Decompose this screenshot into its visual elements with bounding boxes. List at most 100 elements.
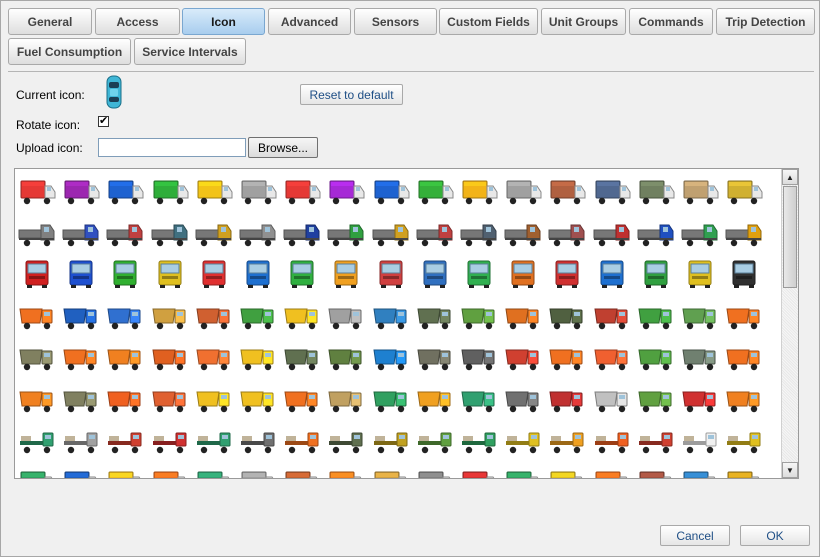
vehicle-dump-truck-icon[interactable] (547, 383, 587, 415)
vehicle-box-truck-icon[interactable] (592, 175, 632, 207)
vehicle-flatbed-truck-icon[interactable] (150, 424, 190, 456)
vehicle-dump-truck-icon[interactable] (194, 300, 234, 332)
vehicle-flatbed-truck-icon[interactable] (592, 424, 632, 456)
vehicle-semi-truck-icon[interactable] (592, 217, 632, 249)
vehicle-box-truck-icon[interactable] (680, 466, 720, 480)
vehicle-dump-truck-icon[interactable] (459, 341, 499, 373)
vehicle-cab-front-icon[interactable] (503, 258, 543, 290)
vehicle-semi-truck-icon[interactable] (680, 217, 720, 249)
vehicle-box-truck-icon[interactable] (194, 175, 234, 207)
vehicle-box-truck-icon[interactable] (150, 175, 190, 207)
vehicle-box-truck-icon[interactable] (17, 466, 57, 480)
vehicle-box-truck-icon[interactable] (547, 466, 587, 480)
vehicle-dump-truck-icon[interactable] (592, 383, 632, 415)
vehicle-dump-truck-icon[interactable] (547, 341, 587, 373)
vehicle-dump-truck-icon[interactable] (371, 300, 411, 332)
vehicle-dump-truck-icon[interactable] (459, 383, 499, 415)
vehicle-box-truck-icon[interactable] (105, 175, 145, 207)
vehicle-dump-truck-icon[interactable] (326, 300, 366, 332)
vehicle-box-truck-icon[interactable] (61, 466, 101, 480)
vehicle-cab-front-icon[interactable] (547, 258, 587, 290)
tab-custom-fields[interactable]: Custom Fields (439, 8, 538, 35)
vehicle-dump-truck-icon[interactable] (194, 383, 234, 415)
tab-unit-groups[interactable]: Unit Groups (541, 8, 626, 35)
vehicle-box-truck-icon[interactable] (680, 175, 720, 207)
vehicle-dump-truck-icon[interactable] (17, 341, 57, 373)
vehicle-box-truck-icon[interactable] (61, 175, 101, 207)
vehicle-dump-truck-icon[interactable] (282, 300, 322, 332)
tab-commands[interactable]: Commands (629, 8, 713, 35)
vehicle-dump-truck-icon[interactable] (326, 341, 366, 373)
gallery-scrollbar[interactable]: ▲ ▼ (781, 169, 798, 478)
vehicle-dump-truck-icon[interactable] (61, 341, 101, 373)
vehicle-dump-truck-icon[interactable] (415, 300, 455, 332)
vehicle-box-truck-icon[interactable] (415, 175, 455, 207)
vehicle-box-truck-icon[interactable] (282, 175, 322, 207)
vehicle-box-truck-icon[interactable] (724, 466, 764, 480)
vehicle-dump-truck-icon[interactable] (17, 383, 57, 415)
vehicle-dump-truck-icon[interactable] (105, 300, 145, 332)
vehicle-box-truck-icon[interactable] (105, 466, 145, 480)
vehicle-flatbed-truck-icon[interactable] (282, 424, 322, 456)
tab-general[interactable]: General (8, 8, 92, 35)
vehicle-box-truck-icon[interactable] (238, 175, 278, 207)
vehicle-box-truck-icon[interactable] (636, 466, 676, 480)
vehicle-flatbed-truck-icon[interactable] (105, 424, 145, 456)
vehicle-dump-truck-icon[interactable] (724, 300, 764, 332)
vehicle-box-truck-icon[interactable] (459, 175, 499, 207)
vehicle-flatbed-truck-icon[interactable] (547, 424, 587, 456)
vehicle-flatbed-truck-icon[interactable] (503, 424, 543, 456)
vehicle-cab-front-icon[interactable] (238, 258, 278, 290)
vehicle-dump-truck-icon[interactable] (503, 383, 543, 415)
vehicle-flatbed-truck-icon[interactable] (415, 424, 455, 456)
vehicle-cab-front-icon[interactable] (282, 258, 322, 290)
vehicle-dump-truck-icon[interactable] (238, 341, 278, 373)
vehicle-box-truck-icon[interactable] (503, 175, 543, 207)
vehicle-semi-truck-icon[interactable] (459, 217, 499, 249)
vehicle-box-truck-icon[interactable] (238, 466, 278, 480)
vehicle-box-truck-icon[interactable] (547, 175, 587, 207)
vehicle-flatbed-truck-icon[interactable] (326, 424, 366, 456)
vehicle-dump-truck-icon[interactable] (503, 300, 543, 332)
vehicle-flatbed-truck-icon[interactable] (724, 424, 764, 456)
vehicle-dump-truck-icon[interactable] (592, 300, 632, 332)
vehicle-semi-truck-icon[interactable] (636, 217, 676, 249)
vehicle-dump-truck-icon[interactable] (415, 383, 455, 415)
vehicle-semi-truck-icon[interactable] (415, 217, 455, 249)
vehicle-semi-truck-icon[interactable] (194, 217, 234, 249)
vehicle-semi-truck-icon[interactable] (61, 217, 101, 249)
vehicle-dump-truck-icon[interactable] (326, 383, 366, 415)
vehicle-cab-front-icon[interactable] (415, 258, 455, 290)
cancel-button[interactable]: Cancel (660, 525, 730, 546)
vehicle-semi-truck-icon[interactable] (724, 217, 764, 249)
vehicle-dump-truck-icon[interactable] (680, 300, 720, 332)
vehicle-box-truck-icon[interactable] (636, 175, 676, 207)
vehicle-dump-truck-icon[interactable] (282, 341, 322, 373)
vehicle-flatbed-truck-icon[interactable] (61, 424, 101, 456)
scroll-thumb[interactable] (783, 186, 797, 288)
vehicle-flatbed-truck-icon[interactable] (238, 424, 278, 456)
vehicle-flatbed-truck-icon[interactable] (459, 424, 499, 456)
tab-icon[interactable]: Icon (182, 8, 265, 35)
vehicle-dump-truck-icon[interactable] (150, 341, 190, 373)
vehicle-semi-truck-icon[interactable] (17, 217, 57, 249)
vehicle-box-truck-icon[interactable] (371, 466, 411, 480)
scroll-up-icon[interactable]: ▲ (782, 169, 798, 185)
vehicle-dump-truck-icon[interactable] (724, 341, 764, 373)
vehicle-dump-truck-icon[interactable] (194, 341, 234, 373)
vehicle-dump-truck-icon[interactable] (61, 300, 101, 332)
vehicle-semi-truck-icon[interactable] (326, 217, 366, 249)
vehicle-cab-front-icon[interactable] (724, 258, 764, 290)
vehicle-cab-front-icon[interactable] (680, 258, 720, 290)
vehicle-dump-truck-icon[interactable] (636, 383, 676, 415)
vehicle-dump-truck-icon[interactable] (724, 383, 764, 415)
vehicle-dump-truck-icon[interactable] (415, 341, 455, 373)
ok-button[interactable]: OK (740, 525, 810, 546)
vehicle-box-truck-icon[interactable] (17, 175, 57, 207)
vehicle-cab-front-icon[interactable] (150, 258, 190, 290)
vehicle-cab-front-icon[interactable] (194, 258, 234, 290)
vehicle-dump-truck-icon[interactable] (503, 341, 543, 373)
vehicle-semi-truck-icon[interactable] (238, 217, 278, 249)
vehicle-semi-truck-icon[interactable] (547, 217, 587, 249)
vehicle-box-truck-icon[interactable] (326, 175, 366, 207)
